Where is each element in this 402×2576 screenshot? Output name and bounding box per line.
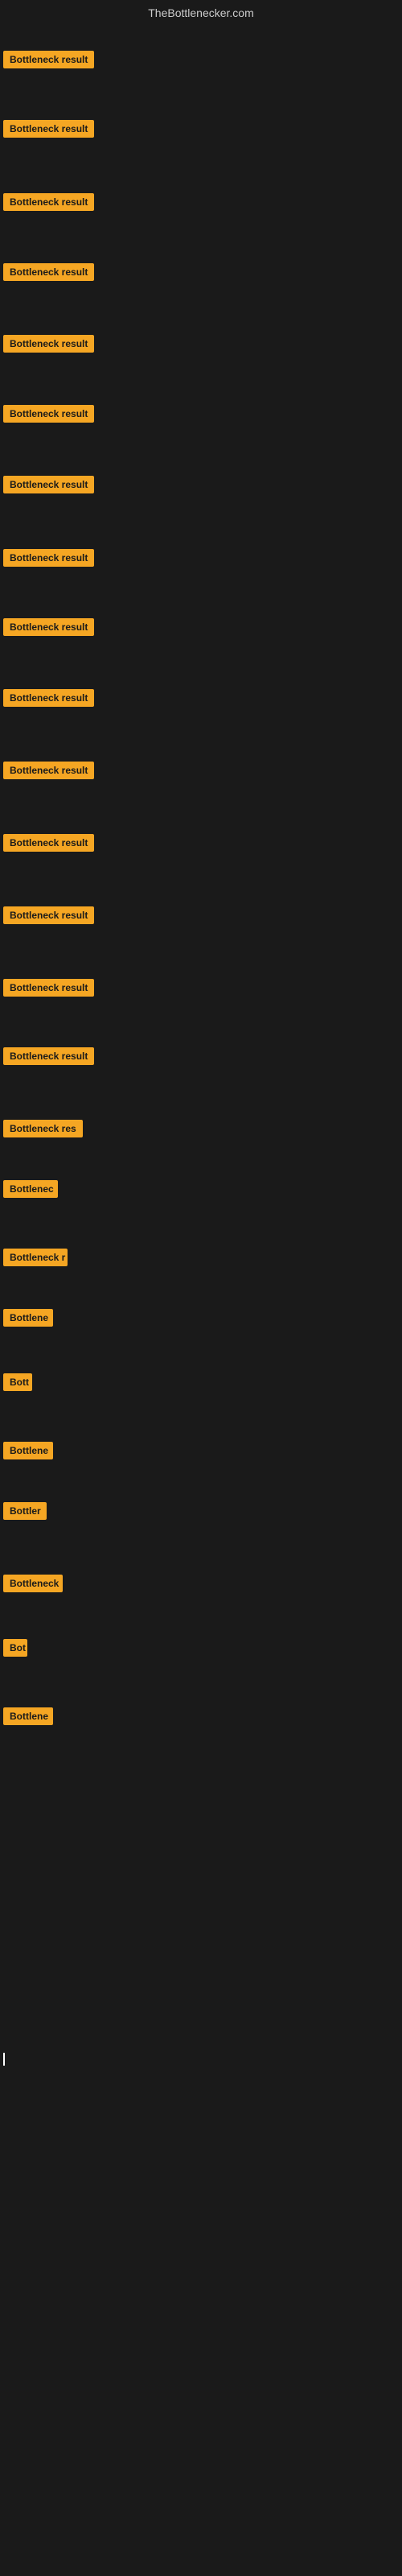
result-row-12: Bottleneck result [0,829,402,857]
result-row-7: Bottleneck result [0,471,402,498]
result-row-6: Bottleneck result [0,400,402,427]
bottleneck-badge-18[interactable]: Bottleneck r [3,1249,68,1266]
result-row-17: Bottlenec [0,1175,402,1203]
bottleneck-badge-8[interactable]: Bottleneck result [3,549,94,567]
result-row-4: Bottleneck result [0,258,402,286]
result-row-19: Bottlene [0,1304,402,1331]
result-row-9: Bottleneck result [0,613,402,641]
text-cursor [3,2053,5,2066]
bottleneck-badge-7[interactable]: Bottleneck result [3,476,94,493]
result-row-3: Bottleneck result [0,188,402,216]
bottleneck-badge-21[interactable]: Bottlene [3,1442,53,1459]
bottleneck-badge-20[interactable]: Bott [3,1373,32,1391]
result-row-10: Bottleneck result [0,684,402,712]
bottleneck-badge-3[interactable]: Bottleneck result [3,193,94,211]
bottleneck-badge-6[interactable]: Bottleneck result [3,405,94,423]
bottleneck-badge-19[interactable]: Bottlene [3,1309,53,1327]
site-title: TheBottlenecker.com [0,0,402,26]
bottleneck-badge-15[interactable]: Bottleneck result [3,1047,94,1065]
bottleneck-badge-23[interactable]: Bottleneck [3,1575,63,1592]
bottleneck-badge-5[interactable]: Bottleneck result [3,335,94,353]
bottleneck-badge-12[interactable]: Bottleneck result [3,834,94,852]
result-row-18: Bottleneck r [0,1244,402,1271]
bottleneck-badge-11[interactable]: Bottleneck result [3,762,94,779]
result-row-2: Bottleneck result [0,115,402,142]
bottleneck-badge-24[interactable]: Bot [3,1639,27,1657]
result-row-1: Bottleneck result [0,46,402,73]
bottleneck-badge-14[interactable]: Bottleneck result [3,979,94,997]
bottleneck-badge-2[interactable]: Bottleneck result [3,120,94,138]
result-row-24: Bot [0,1634,402,1662]
result-row-5: Bottleneck result [0,330,402,357]
result-row-21: Bottlene [0,1437,402,1464]
result-row-16: Bottleneck res [0,1115,402,1142]
bottleneck-badge-1[interactable]: Bottleneck result [3,51,94,68]
result-row-13: Bottleneck result [0,902,402,929]
result-row-23: Bottleneck [0,1570,402,1597]
bottleneck-badge-4[interactable]: Bottleneck result [3,263,94,281]
bottleneck-badge-16[interactable]: Bottleneck res [3,1120,83,1137]
result-row-14: Bottleneck result [0,974,402,1001]
bottleneck-badge-10[interactable]: Bottleneck result [3,689,94,707]
bottleneck-badge-25[interactable]: Bottlene [3,1707,53,1725]
bottleneck-badge-9[interactable]: Bottleneck result [3,618,94,636]
result-row-11: Bottleneck result [0,757,402,784]
bottleneck-badge-22[interactable]: Bottler [3,1502,47,1520]
bottleneck-badge-13[interactable]: Bottleneck result [3,906,94,924]
result-row-8: Bottleneck result [0,544,402,572]
site-header: TheBottlenecker.com [0,0,402,26]
result-row-25: Bottlene [0,1703,402,1730]
result-row-20: Bott [0,1368,402,1396]
result-row-22: Bottler [0,1497,402,1525]
bottleneck-badge-17[interactable]: Bottlenec [3,1180,58,1198]
result-row-15: Bottleneck result [0,1042,402,1070]
